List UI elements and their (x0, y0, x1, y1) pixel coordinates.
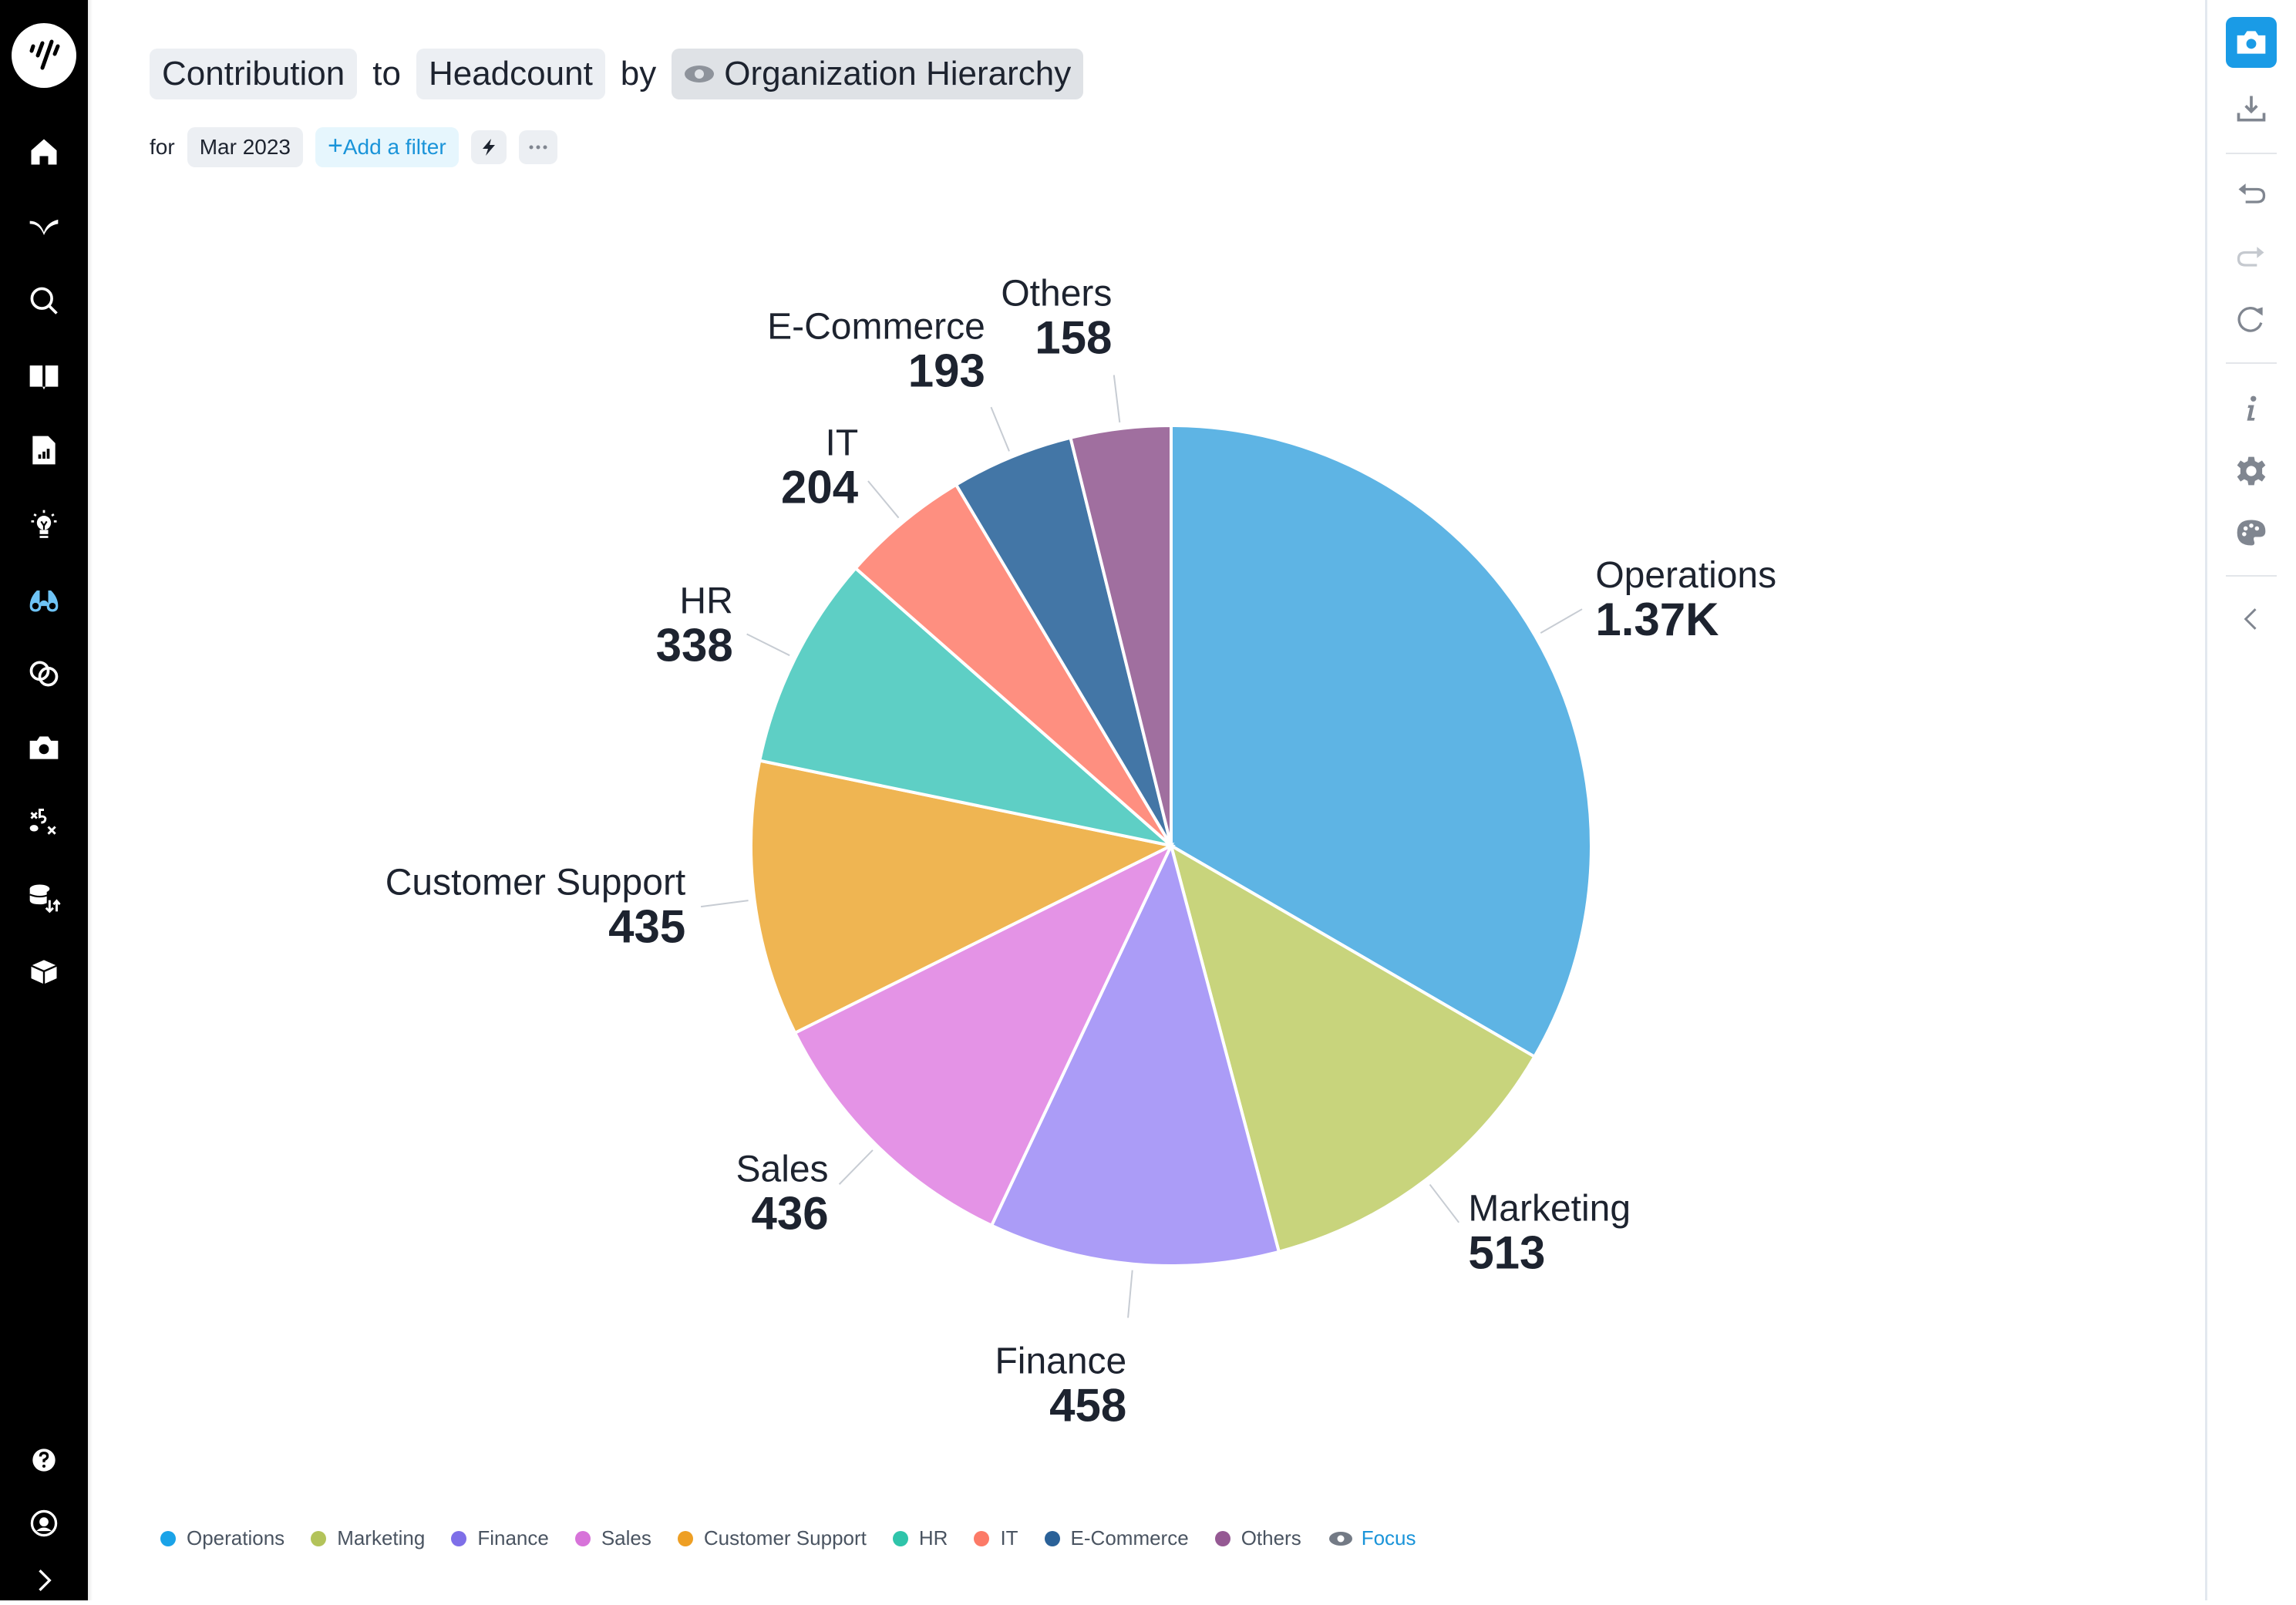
leader-line (838, 1149, 874, 1185)
legend-item-customer-support[interactable]: Customer Support (677, 1526, 867, 1550)
legend-item-finance[interactable]: Finance (451, 1526, 549, 1550)
legend-label: HR (918, 1526, 948, 1549)
legend-item-marketing[interactable]: Marketing (311, 1526, 425, 1550)
right-toolbar (2205, 0, 2296, 1600)
legend-item-others[interactable]: Others (1214, 1526, 1301, 1550)
slice-label-value: 435 (608, 901, 685, 953)
slice-label-name: HR (679, 581, 732, 622)
toolbar-divider (2226, 153, 2277, 154)
legend-swatch (311, 1530, 327, 1546)
legend-label: Others (1241, 1526, 1301, 1549)
slice-label-value: 458 (1049, 1379, 1126, 1431)
legend-swatch (1044, 1530, 1060, 1546)
legend-swatch (1214, 1530, 1230, 1546)
chevron-left-icon (2244, 608, 2257, 630)
legend-item-operations[interactable]: Operations (160, 1526, 284, 1550)
slice-label-value: 204 (781, 462, 859, 513)
undo-icon (2238, 183, 2266, 204)
slice-label-name: Sales (736, 1149, 828, 1190)
leader-line (990, 406, 1010, 452)
collapse-panel-button[interactable] (2226, 594, 2277, 644)
legend-swatch (160, 1530, 176, 1546)
info-icon (2247, 395, 2257, 421)
toolbar-divider (2226, 362, 2277, 364)
focus-label: Focus (1361, 1526, 1416, 1549)
legend-swatch (892, 1530, 908, 1546)
leader-line (1429, 1183, 1459, 1223)
pie-chart: Operations1.37K Marketing513 Finance458 Sal… (385, 274, 1776, 1432)
refresh-icon (2237, 307, 2263, 332)
toolbar-divider (2226, 575, 2277, 577)
slice-label-value: 436 (751, 1188, 828, 1240)
legend-swatch (677, 1530, 693, 1546)
legend-item-e-commerce[interactable]: E-Commerce (1044, 1526, 1189, 1550)
eye-icon (1328, 1531, 1352, 1546)
snapshot-button[interactable] (2226, 17, 2277, 68)
legend-label: Sales (601, 1526, 651, 1549)
nav-expand[interactable] (19, 1556, 69, 1605)
leader-line (867, 480, 900, 519)
slice-label-value: 158 (1035, 312, 1112, 364)
leader-line (1540, 608, 1583, 634)
slice-label-value: 513 (1468, 1227, 1545, 1279)
user-avatar-icon (30, 1509, 58, 1537)
legend-item-hr[interactable]: HR (892, 1526, 948, 1550)
undo-button[interactable] (2226, 168, 2277, 219)
slice-label-value: 193 (908, 345, 985, 397)
pie-slices (749, 423, 1593, 1267)
redo-button[interactable] (2226, 231, 2277, 282)
slice-label-name: Marketing (1468, 1189, 1631, 1230)
legend-swatch (974, 1530, 990, 1546)
slice-label-name: Others (1001, 274, 1112, 315)
download-button[interactable] (2226, 83, 2277, 134)
camera-icon (2237, 31, 2266, 54)
slice-label-name: Operations (1595, 555, 1776, 596)
legend-label: Marketing (337, 1526, 426, 1549)
legend-label: Operations (187, 1526, 285, 1549)
legend-item-sales[interactable]: Sales (574, 1526, 651, 1550)
redo-icon (2237, 247, 2264, 267)
info-button[interactable] (2226, 384, 2277, 435)
palette-icon (2237, 520, 2266, 546)
legend-swatch (574, 1530, 591, 1546)
leader-line (1127, 1270, 1133, 1318)
leader-line (746, 633, 790, 657)
settings-button[interactable] (2226, 446, 2277, 496)
theme-button[interactable] (2226, 507, 2277, 558)
slice-label-name: Finance (995, 1341, 1126, 1381)
leader-line (700, 900, 749, 908)
slice-label-value: 1.37K (1595, 594, 1719, 645)
download-icon (2237, 96, 2266, 122)
leader-line (1113, 375, 1121, 423)
legend-item-it[interactable]: IT (974, 1526, 1018, 1550)
chart-legend: Operations Marketing Finance Sales Customer … (160, 1526, 1416, 1550)
gear-icon (2237, 456, 2266, 486)
slice-label-name: IT (825, 423, 858, 464)
legend-label: E-Commerce (1070, 1526, 1189, 1549)
legend-label: Customer Support (703, 1526, 867, 1549)
slice-label-name: E-Commerce (767, 307, 985, 348)
slice-label-name: Customer Support (385, 863, 686, 903)
slice-label-value: 338 (656, 620, 733, 671)
legend-swatch (451, 1530, 467, 1546)
legend-focus-button[interactable]: Focus (1328, 1526, 1416, 1550)
chevron-right-icon (39, 1569, 52, 1592)
legend-label: IT (1000, 1526, 1018, 1549)
legend-label: Finance (477, 1526, 549, 1549)
refresh-button[interactable] (2226, 294, 2277, 345)
